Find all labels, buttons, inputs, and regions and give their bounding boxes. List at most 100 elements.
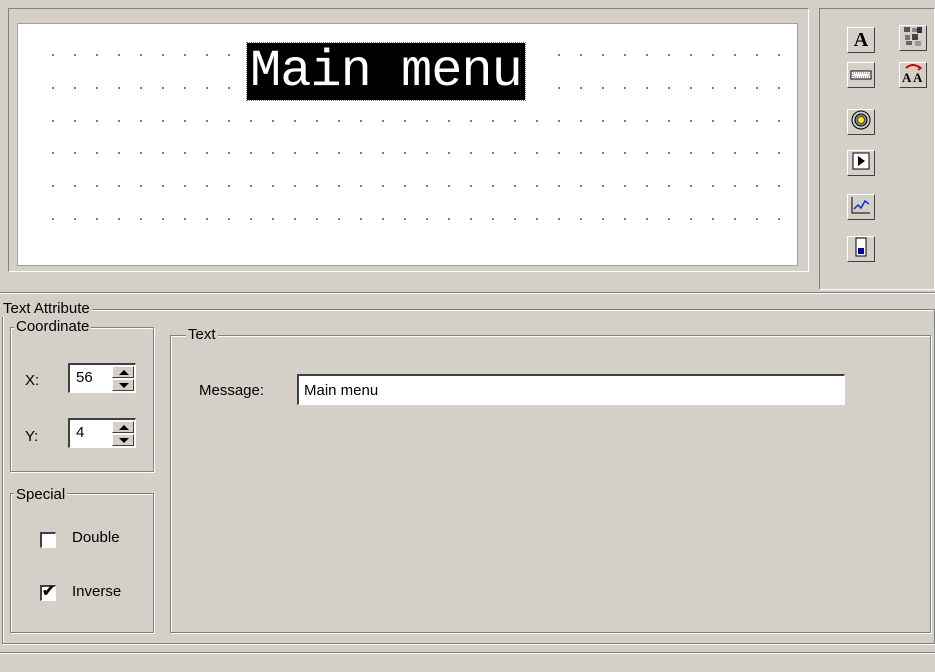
lamp-tool-button[interactable] — [847, 109, 875, 135]
spin-down-icon — [119, 383, 129, 388]
grid-dot — [646, 185, 648, 187]
bitmap-tool-button[interactable] — [899, 25, 927, 51]
play-tool-button[interactable] — [847, 150, 875, 176]
x-value[interactable]: 56 — [76, 369, 93, 386]
grid-dot — [118, 54, 120, 56]
grid-dot — [690, 185, 692, 187]
inverse-label[interactable]: Inverse — [72, 583, 121, 600]
font-tool-button[interactable]: A A — [899, 62, 927, 88]
grid-dot — [52, 218, 54, 220]
grid-dot — [624, 54, 626, 56]
grid-dot — [184, 120, 186, 122]
svg-text:A: A — [902, 70, 912, 84]
grid-dot — [734, 185, 736, 187]
grid-dot — [184, 218, 186, 220]
grid-dot — [602, 87, 604, 89]
bar-tool-button[interactable] — [847, 62, 875, 88]
section-divider-highlight — [0, 293, 935, 294]
double-label[interactable]: Double — [72, 529, 120, 546]
grid-dot — [140, 185, 142, 187]
grid-dot — [382, 218, 384, 220]
grid-dot — [184, 152, 186, 154]
grid-dot — [162, 218, 164, 220]
x-spin-down[interactable] — [112, 379, 134, 391]
grid-dot — [228, 120, 230, 122]
grid-dot — [96, 120, 98, 122]
y-spinner[interactable]: 4 — [68, 418, 136, 448]
grid-dot — [338, 218, 340, 220]
grid-dot — [294, 152, 296, 154]
x-spin-up[interactable] — [112, 366, 134, 378]
grid-dot — [404, 152, 406, 154]
grid-dot — [52, 185, 54, 187]
canvas-text-element[interactable]: Main menu — [246, 42, 526, 101]
grid-dot — [778, 152, 780, 154]
grid-dot — [580, 120, 582, 122]
grid-dot — [140, 152, 142, 154]
grid-dot — [690, 120, 692, 122]
text-attribute-title: Text Attribute — [1, 300, 92, 317]
grid-dot — [536, 120, 538, 122]
double-checkbox[interactable] — [40, 532, 56, 548]
y-spin-down[interactable] — [112, 434, 134, 446]
grid-dot — [668, 218, 670, 220]
grid-dot — [690, 218, 692, 220]
grid-dot — [646, 120, 648, 122]
text-tool-icon: A — [853, 28, 869, 51]
grid-dot — [624, 87, 626, 89]
grid-dot — [74, 87, 76, 89]
grid-dot — [272, 218, 274, 220]
grid-dot — [206, 152, 208, 154]
grid-dot — [162, 87, 164, 89]
grid-dot — [624, 120, 626, 122]
bargraph-tool-icon — [853, 237, 869, 262]
grid-dot — [96, 87, 98, 89]
grid-dot — [426, 218, 428, 220]
text-tool-button[interactable]: A — [847, 27, 875, 53]
grid-dot — [272, 185, 274, 187]
x-label: X: — [25, 372, 40, 389]
grid-dot — [184, 87, 186, 89]
grid-dot — [734, 87, 736, 89]
bargraph-tool-button[interactable] — [847, 236, 875, 262]
grid-dot — [580, 185, 582, 187]
grid-dot — [404, 120, 406, 122]
grid-dot — [206, 120, 208, 122]
grid-dot — [118, 218, 120, 220]
grid-dot — [184, 185, 186, 187]
grid-dot — [382, 152, 384, 154]
grid-dot — [448, 218, 450, 220]
grid-dot — [162, 185, 164, 187]
x-spinner[interactable]: 56 — [68, 363, 136, 393]
lamp-tool-icon — [851, 110, 871, 135]
grid-dot — [250, 218, 252, 220]
grid-dot — [338, 152, 340, 154]
grid-dot — [206, 54, 208, 56]
grid-dot — [250, 185, 252, 187]
grid-dot — [206, 185, 208, 187]
grid-dot — [690, 152, 692, 154]
grid-dot — [514, 152, 516, 154]
grid-dot — [228, 54, 230, 56]
y-spin-up[interactable] — [112, 421, 134, 433]
grid-dot — [338, 120, 340, 122]
message-input[interactable] — [297, 374, 845, 405]
grid-dot — [778, 120, 780, 122]
inverse-checkbox[interactable]: ✔ — [40, 584, 56, 601]
grid-dot — [558, 152, 560, 154]
grid-dot — [162, 152, 164, 154]
grid-dot — [756, 54, 758, 56]
grid-dot — [228, 185, 230, 187]
grid-dot — [470, 185, 472, 187]
grid-dot — [162, 54, 164, 56]
trend-tool-button[interactable] — [847, 194, 875, 220]
coordinate-title: Coordinate — [14, 318, 92, 335]
grid-dot — [778, 218, 780, 220]
y-value[interactable]: 4 — [76, 424, 84, 441]
text-group-title: Text — [186, 326, 218, 343]
grid-dot — [558, 54, 560, 56]
grid-dot — [228, 218, 230, 220]
grid-dot — [558, 120, 560, 122]
grid-dot — [580, 87, 582, 89]
grid-dot — [492, 152, 494, 154]
